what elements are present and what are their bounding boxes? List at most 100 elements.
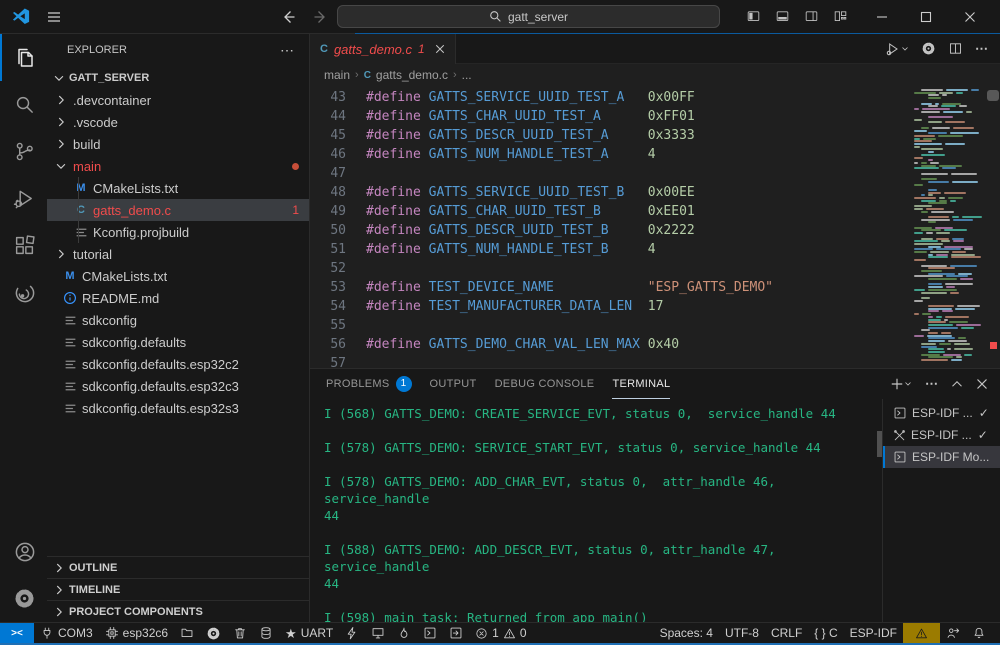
panel-tab-terminal[interactable]: TERMINAL [612,369,670,399]
close-panel-icon[interactable] [976,378,988,390]
menu-icon[interactable] [46,9,62,25]
status-encoding[interactable]: UTF-8 [719,623,765,644]
panel-more-icon[interactable]: ⋯ [925,376,938,392]
code-line-52[interactable]: 52 [310,259,910,278]
code-line-57[interactable]: 57 [310,354,910,368]
status-problems[interactable]: 10 [469,623,532,644]
status-device-target[interactable]: esp32c6 [99,623,174,644]
tree-item-readme-md[interactable]: README.md [47,287,309,309]
status-notifications[interactable] [966,623,992,644]
new-terminal-icon[interactable] [890,377,912,391]
customize-layout-icon[interactable] [833,9,848,24]
status-monitor[interactable] [365,623,391,644]
terminal-scrollbar-thumb[interactable] [877,431,882,457]
minimap[interactable] [912,86,986,368]
code-line-47[interactable]: 47 [310,164,910,183]
activity-explorer[interactable] [0,34,47,81]
status-full-clean[interactable] [227,623,253,644]
status-build-flash-monitor[interactable] [391,623,417,644]
breadcrumb-file[interactable]: gatts_demo.c [376,68,448,82]
back-button[interactable] [280,9,296,25]
toggle-secondary-sidebar-icon[interactable] [804,9,819,24]
status-language-mode[interactable]: { } C [808,623,843,644]
toggle-panel-icon[interactable] [775,9,790,24]
code-line-43[interactable]: 43#define GATTS_SERVICE_UUID_TEST_A 0x00… [310,88,910,107]
editor-scrollbar[interactable] [986,86,1000,368]
terminal-list-item[interactable]: ESP-IDF ...✓ [883,402,1000,424]
code-line-45[interactable]: 45#define GATTS_DESCR_UUID_TEST_A 0x3333 [310,126,910,145]
code-line-44[interactable]: 44#define GATTS_CHAR_UUID_TEST_A 0xFF01 [310,107,910,126]
activity-espressif[interactable] [0,269,47,316]
breadcrumb[interactable]: main › C gatts_demo.c › ... [310,64,1000,86]
code-editor[interactable]: 43#define GATTS_SERVICE_UUID_TEST_A 0x00… [310,86,1000,368]
tab-gatts-demo[interactable]: C gatts_demo.c 1 [310,34,456,64]
status-feedback[interactable] [940,623,966,644]
status-indentation[interactable]: Spaces: 4 [654,623,719,644]
gear-icon[interactable] [921,41,936,56]
code-line-49[interactable]: 49#define GATTS_CHAR_UUID_TEST_B 0xEE01 [310,202,910,221]
code-line-50[interactable]: 50#define GATTS_DESCR_UUID_TEST_B 0x2222 [310,221,910,240]
section-timeline[interactable]: TIMELINE [47,578,309,600]
workspace-section-header[interactable]: GATT_SERVER [47,66,309,89]
tree-item--vscode[interactable]: .vscode [47,111,309,133]
section-outline[interactable]: OUTLINE [47,556,309,578]
activity-settings[interactable] [0,575,47,622]
tree-item-cmakelists-txt[interactable]: MCMakeLists.txt [47,265,309,287]
code-line-55[interactable]: 55 [310,316,910,335]
terminal-output[interactable]: I (568) GATTS_DEMO: CREATE_SERVICE_EVT, … [310,399,882,622]
code-line-46[interactable]: 46#define GATTS_NUM_HANDLE_TEST_A 4 [310,145,910,164]
activity-accounts[interactable] [0,528,47,575]
breadcrumb-symbol[interactable]: ... [462,68,472,82]
code-line-54[interactable]: 54#define TEST_MANUFACTURER_DATA_LEN 17 [310,297,910,316]
maximize-button[interactable] [904,0,948,33]
activity-extensions[interactable] [0,222,47,269]
tree-item-cmakelists-txt[interactable]: MCMakeLists.txt [47,177,309,199]
run-dropdown-icon[interactable] [885,41,909,57]
explorer-more-icon[interactable]: ⋯ [280,42,295,59]
maximize-panel-icon[interactable] [951,378,963,390]
activity-source-control[interactable] [0,128,47,175]
tree-item-sdkconfig-defaults-esp32s3[interactable]: sdkconfig.defaults.esp32s3 [47,397,309,419]
split-editor-icon[interactable] [948,41,963,56]
status-remote[interactable]: >< [0,623,34,644]
status-storage[interactable] [253,623,279,644]
section-project-components[interactable]: PROJECT COMPONENTS [47,600,309,622]
command-center-search[interactable]: gatt_server [337,5,720,28]
breadcrumb-folder[interactable]: main [324,68,350,82]
activity-run-debug[interactable] [0,175,47,222]
status-flash-method[interactable]: ★UART [279,623,339,644]
tree-item-build[interactable]: build [47,133,309,155]
tab-close-icon[interactable] [435,44,445,54]
more-actions-icon[interactable]: ⋯ [975,41,988,57]
status-debug[interactable] [443,623,469,644]
status-terminal[interactable] [417,623,443,644]
tree-item-main[interactable]: main [47,155,309,177]
status-project-conf[interactable] [174,623,200,644]
code-line-48[interactable]: 48#define GATTS_SERVICE_UUID_TEST_B 0x00… [310,183,910,202]
tree-item-sdkconfig[interactable]: sdkconfig [47,309,309,331]
minimize-button[interactable] [860,0,904,33]
code-line-51[interactable]: 51#define GATTS_NUM_HANDLE_TEST_B 4 [310,240,910,259]
close-button[interactable] [948,0,992,33]
toggle-primary-sidebar-icon[interactable] [746,9,761,24]
activity-search[interactable] [0,81,47,128]
status-serial-port[interactable]: COM3 [34,623,99,644]
status-esp-idf-version[interactable]: ESP-IDF [844,623,903,644]
panel-tab-problems[interactable]: PROBLEMS1 [326,369,412,399]
tree-item-sdkconfig-defaults-esp32c2[interactable]: sdkconfig.defaults.esp32c2 [47,353,309,375]
terminal-list-item[interactable]: ESP-IDF ...✓ [883,424,1000,446]
tree-item-kconfig-projbuild[interactable]: Kconfig.projbuild [47,221,309,243]
panel-tab-debug-console[interactable]: DEBUG CONSOLE [495,369,595,399]
tree-item-sdkconfig-defaults[interactable]: sdkconfig.defaults [47,331,309,353]
status-warning-status[interactable] [903,623,940,644]
code-line-56[interactable]: 56#define GATTS_DEMO_CHAR_VAL_LEN_MAX 0x… [310,335,910,354]
scrollbar-thumb[interactable] [987,90,999,101]
tree-item-tutorial[interactable]: tutorial [47,243,309,265]
status-flash[interactable] [339,623,365,644]
forward-button[interactable] [313,9,329,25]
panel-tab-output[interactable]: OUTPUT [430,369,477,399]
tree-item--devcontainer[interactable]: .devcontainer [47,89,309,111]
status-menuconfig[interactable] [200,623,227,644]
code-line-53[interactable]: 53#define TEST_DEVICE_NAME "ESP_GATTS_DE… [310,278,910,297]
terminal-list-item[interactable]: ESP-IDF Mo... [883,446,1000,468]
